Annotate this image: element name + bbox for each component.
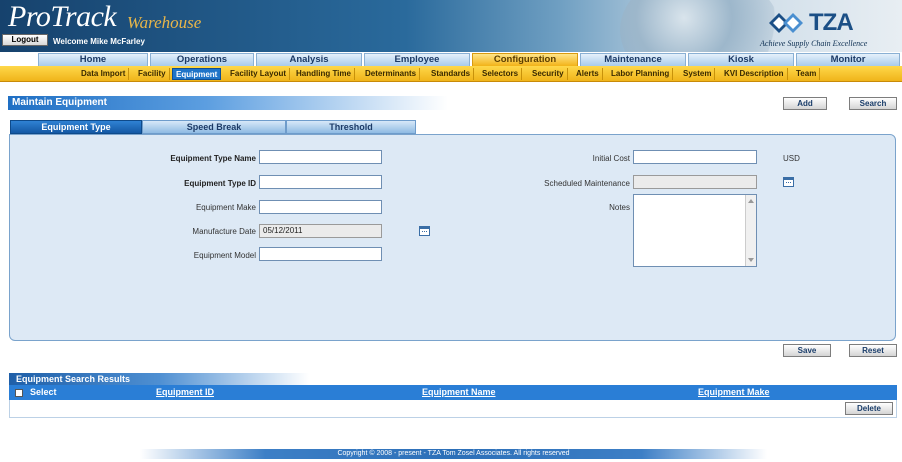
scroll-up-icon[interactable] <box>748 199 754 203</box>
main-nav-maintenance[interactable]: Maintenance <box>580 53 686 66</box>
header-globe-graphic <box>620 0 780 52</box>
main-nav-kiosk[interactable]: Kiosk <box>688 53 794 66</box>
sub-nav-facility-layout[interactable]: Facility Layout <box>227 68 291 80</box>
equipment-type-id-input[interactable] <box>259 175 382 189</box>
equipment-model-label: Equipment Model <box>193 251 256 260</box>
app-header: ProTrack Warehouse Logout Welcome Mike M… <box>0 0 902 52</box>
sub-nav-facility[interactable]: Facility <box>135 68 170 80</box>
main-nav-analysis[interactable]: Analysis <box>256 53 362 66</box>
equipment-type-name-input[interactable] <box>259 150 382 164</box>
manufacture-date-input[interactable]: 05/12/2011 <box>259 224 382 238</box>
sub-nav: Data Import Facility Equipment Facility … <box>0 66 902 82</box>
sub-nav-security[interactable]: Security <box>529 68 568 80</box>
sub-nav-selectors[interactable]: Selectors <box>479 68 523 80</box>
notes-textarea[interactable] <box>633 194 757 267</box>
sub-nav-system[interactable]: System <box>680 68 716 80</box>
tza-logo-text: TZA <box>809 9 854 36</box>
search-button[interactable]: Search <box>849 97 897 110</box>
results-table-header: Select Equipment ID Equipment Name Equip… <box>9 385 897 400</box>
main-nav-configuration[interactable]: Configuration <box>472 53 578 66</box>
tab-equipment-type[interactable]: Equipment Type <box>10 120 142 134</box>
notes-label: Notes <box>609 203 630 212</box>
equipment-id-column-header[interactable]: Equipment ID <box>156 387 214 397</box>
equipment-make-label: Equipment Make <box>195 203 256 212</box>
scheduled-maintenance-calendar-icon[interactable] <box>783 177 794 187</box>
sub-nav-alerts[interactable]: Alerts <box>573 68 603 80</box>
search-results-title: Equipment Search Results <box>9 373 309 385</box>
main-nav-operations[interactable]: Operations <box>150 53 254 66</box>
initial-cost-label: Initial Cost <box>592 154 630 163</box>
sub-nav-handling-time[interactable]: Handling Time <box>293 68 355 80</box>
equipment-make-column-header[interactable]: Equipment Make <box>698 387 770 397</box>
add-button[interactable]: Add <box>783 97 827 110</box>
protrack-logo: ProTrack <box>8 0 117 33</box>
currency-label: USD <box>783 154 800 163</box>
sub-nav-kvi-description[interactable]: KVI Description <box>721 68 788 80</box>
copyright-footer: Copyright © 2008 - present - TZA Tom Zos… <box>140 449 767 459</box>
page-title: Maintain Equipment <box>8 96 448 110</box>
tza-diamond-icon <box>769 13 803 33</box>
equipment-model-input[interactable] <box>259 247 382 261</box>
main-nav: Home Operations Analysis Employee Config… <box>0 52 902 66</box>
scheduled-maintenance-input[interactable] <box>633 175 757 189</box>
manufacture-date-label: Manufacture Date <box>192 227 256 236</box>
main-nav-home[interactable]: Home <box>38 53 148 66</box>
equipment-type-id-label: Equipment Type ID <box>184 179 256 188</box>
sub-nav-standards[interactable]: Standards <box>428 68 475 80</box>
sub-nav-team[interactable]: Team <box>793 68 821 80</box>
logout-button[interactable]: Logout <box>2 34 48 46</box>
select-all-checkbox[interactable] <box>15 389 23 397</box>
main-nav-monitor[interactable]: Monitor <box>796 53 900 66</box>
equipment-form-panel <box>9 134 896 341</box>
scroll-down-icon[interactable] <box>748 258 754 262</box>
equipment-make-input[interactable] <box>259 200 382 214</box>
select-column-header: Select <box>30 387 57 397</box>
sub-nav-determinants[interactable]: Determinants <box>362 68 421 80</box>
tab-threshold[interactable]: Threshold <box>286 120 416 134</box>
delete-button[interactable]: Delete <box>845 402 893 415</box>
manufacture-date-calendar-icon[interactable] <box>419 226 430 236</box>
sub-nav-equipment[interactable]: Equipment <box>172 68 222 80</box>
tza-tagline: Achieve Supply Chain Excellence <box>760 39 868 48</box>
save-button[interactable]: Save <box>783 344 831 357</box>
scheduled-maintenance-label: Scheduled Maintenance <box>544 179 630 188</box>
equipment-name-column-header[interactable]: Equipment Name <box>422 387 496 397</box>
equipment-type-name-label: Equipment Type Name <box>170 154 256 163</box>
initial-cost-input[interactable] <box>633 150 757 164</box>
tab-speed-break[interactable]: Speed Break <box>142 120 286 134</box>
sub-nav-labor-planning[interactable]: Labor Planning <box>608 68 674 80</box>
results-table-body <box>9 400 897 418</box>
sub-nav-data-import[interactable]: Data Import <box>78 68 130 80</box>
warehouse-logo-text: Warehouse <box>127 13 202 32</box>
welcome-message: Welcome Mike McFarley <box>53 37 145 46</box>
main-nav-employee[interactable]: Employee <box>364 53 470 66</box>
reset-button[interactable]: Reset <box>849 344 897 357</box>
tza-logo: TZA <box>769 9 869 37</box>
notes-scrollbar[interactable] <box>745 195 756 266</box>
